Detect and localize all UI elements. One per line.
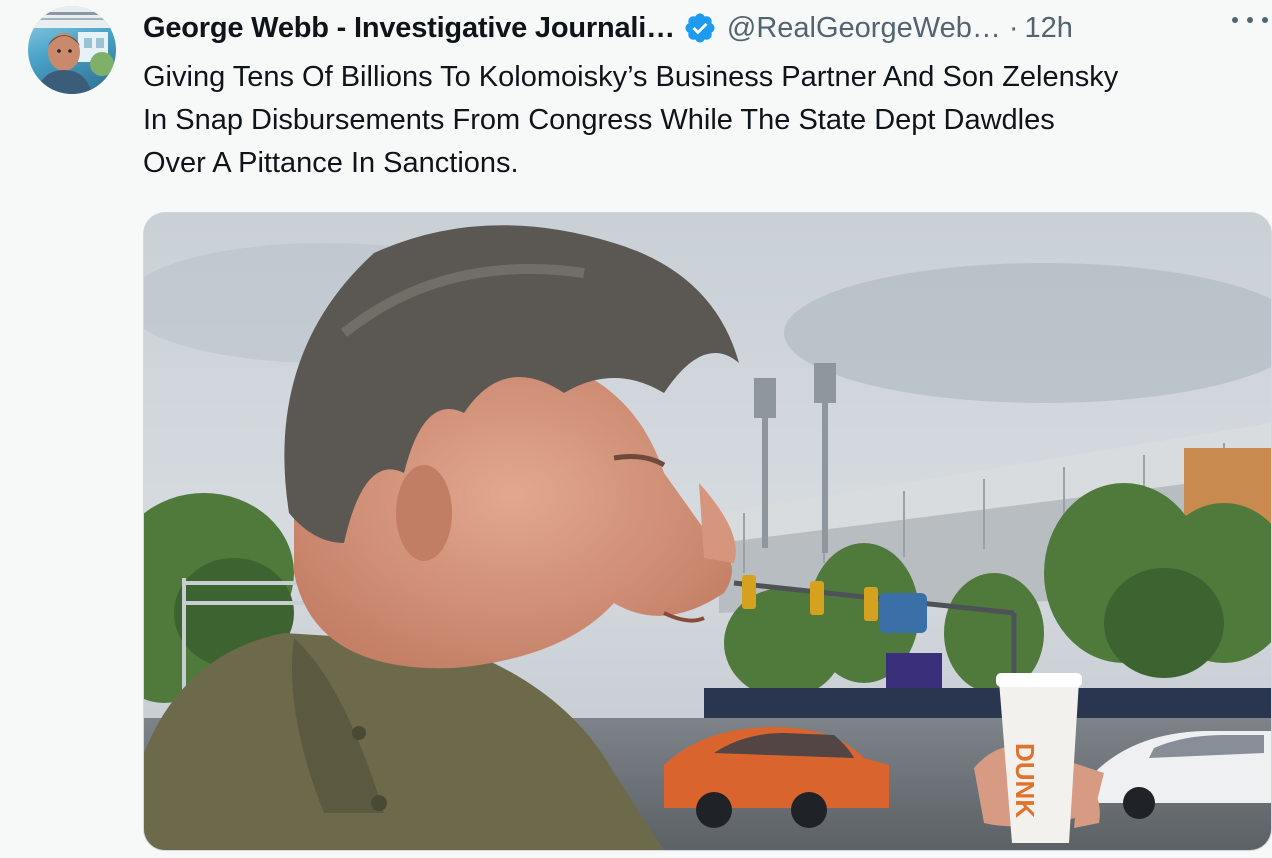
cup-brand-text: DUNK [1010, 743, 1040, 818]
author-handle[interactable]: @RealGeorgeWeb… [727, 12, 1001, 45]
more-dot [1232, 17, 1238, 23]
tweet-text-line: Over A Pittance In Sanctions. [143, 147, 519, 179]
avatar-image [28, 6, 116, 94]
author-avatar[interactable] [28, 6, 116, 94]
tweet-text-line: In Snap Disbursements From Congress Whil… [143, 104, 1055, 136]
tweet-text-line: Giving Tens Of Billions To Kolomoisky’s … [143, 61, 1119, 93]
tweet-timestamp[interactable]: 12h [1025, 12, 1073, 45]
tweet[interactable]: George Webb - Investigative Journali… @R… [0, 0, 1272, 858]
tweet-text: Giving Tens Of Billions To Kolomoisky’s … [143, 56, 1268, 185]
tweet-media-video[interactable]: DUNK [143, 212, 1272, 851]
more-options-icon[interactable] [1232, 6, 1268, 34]
video-frame: DUNK [144, 213, 1271, 850]
author-display-name[interactable]: George Webb - Investigative Journali… [143, 12, 675, 45]
header-separator: · [1008, 11, 1019, 44]
more-dot [1247, 17, 1253, 23]
verified-badge-icon[interactable] [683, 11, 717, 45]
more-dot [1262, 17, 1268, 23]
tweet-header: George Webb - Investigative Journali… @R… [143, 8, 1272, 48]
